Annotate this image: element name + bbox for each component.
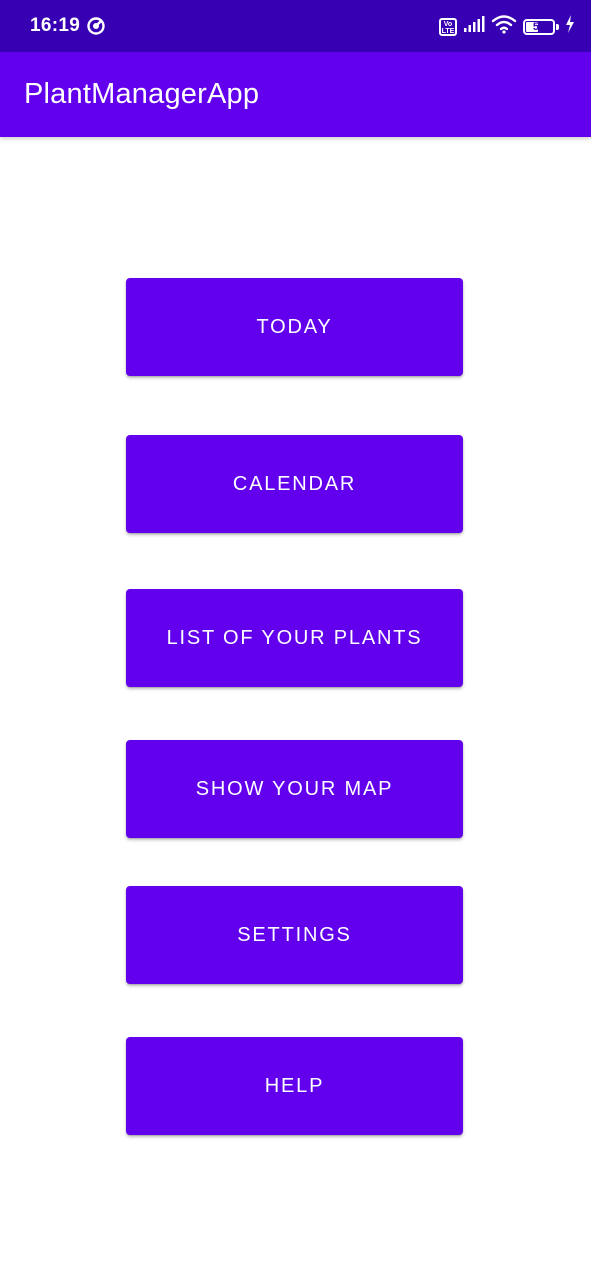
- status-time: 16:19: [30, 15, 81, 36]
- calendar-button[interactable]: CALENDAR: [126, 435, 463, 533]
- battery-icon: 50: [523, 18, 555, 35]
- status-icons: Vo LTE 50: [439, 14, 575, 39]
- show-your-map-button[interactable]: SHOW YOUR MAP: [126, 740, 463, 838]
- help-button[interactable]: HELP: [126, 1037, 463, 1135]
- charging-icon: [565, 15, 575, 38]
- today-button[interactable]: TODAY: [126, 278, 463, 376]
- settings-button[interactable]: SETTINGS: [126, 886, 463, 984]
- status-bar: 16:19 Vo LTE 50: [0, 0, 591, 52]
- wifi-icon: [491, 14, 517, 39]
- sync-icon: [86, 16, 106, 41]
- battery-tip: [556, 23, 559, 30]
- app-bar: PlantManagerApp: [0, 52, 591, 137]
- list-of-your-plants-button[interactable]: LIST OF YOUR PLANTS: [126, 589, 463, 687]
- volte-icon: Vo LTE: [439, 17, 457, 36]
- app-title: PlantManagerApp: [24, 78, 260, 110]
- signal-icon: [463, 15, 485, 38]
- battery-level: 50: [532, 20, 546, 33]
